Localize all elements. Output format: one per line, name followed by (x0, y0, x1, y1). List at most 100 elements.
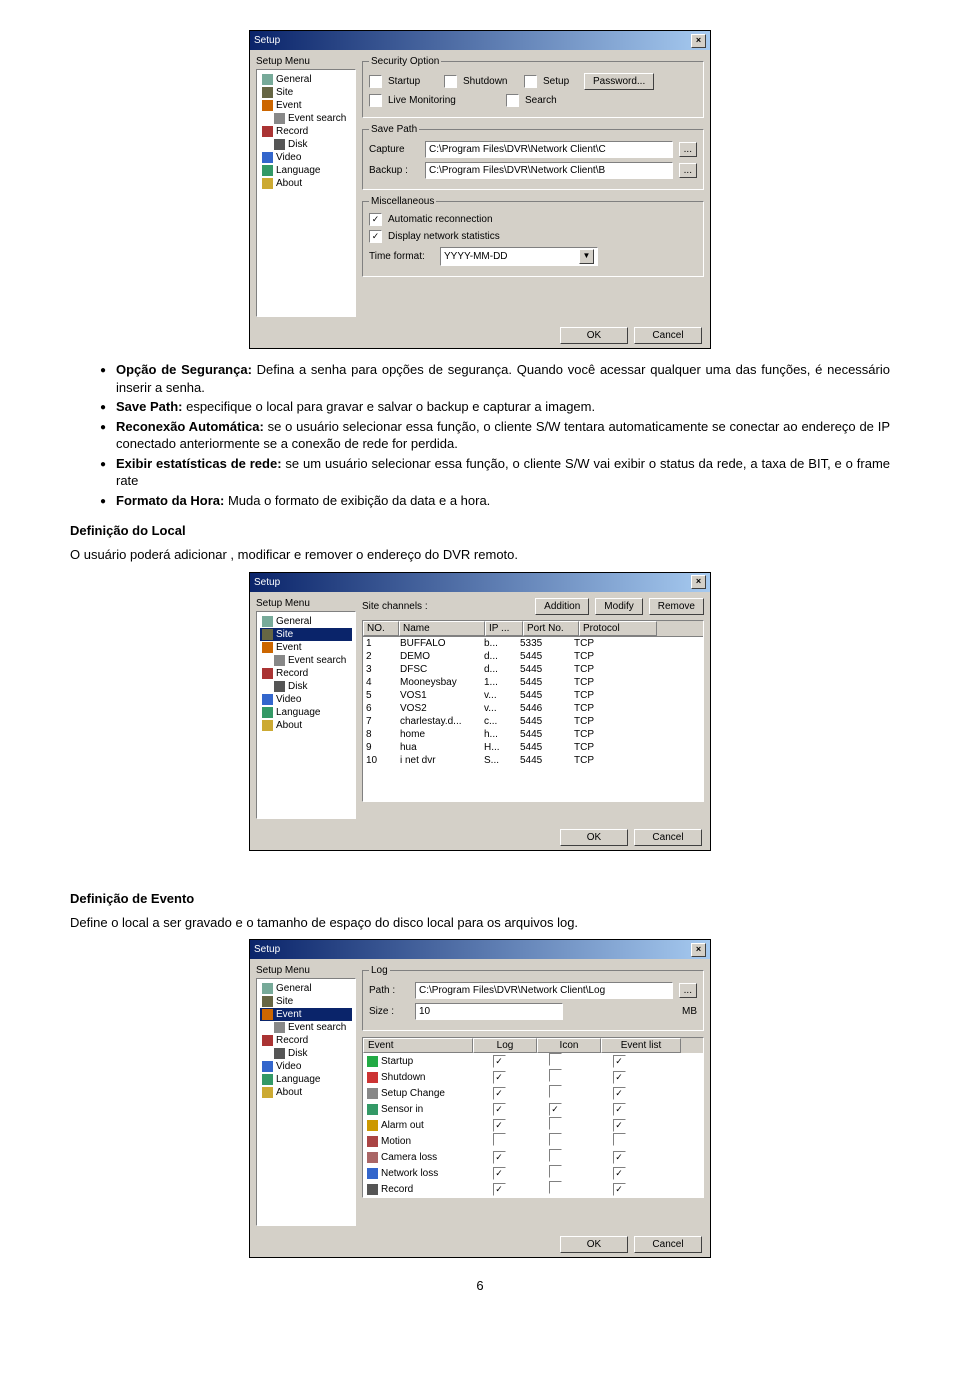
checkbox[interactable]: ✓ (613, 1087, 626, 1100)
addition-button[interactable]: Addition (535, 598, 589, 615)
livemon-checkbox[interactable] (369, 94, 382, 107)
setup-checkbox[interactable] (524, 75, 537, 88)
backup-browse-button[interactable]: ... (679, 163, 697, 178)
checkbox[interactable]: ✓ (613, 1103, 626, 1116)
menu-general[interactable]: General (260, 615, 352, 628)
menu-language[interactable]: Language (260, 164, 352, 177)
menu-disk[interactable]: Disk (260, 138, 352, 151)
menu-disk[interactable]: Disk (260, 680, 352, 693)
menu-event[interactable]: Event (260, 1008, 352, 1021)
table-row[interactable]: 6VOS2v...5446TCP (363, 702, 703, 715)
table-row[interactable]: 9huaH...5445TCP (363, 741, 703, 754)
checkbox[interactable]: ✓ (493, 1055, 506, 1068)
menu-event-search[interactable]: Event search (260, 1021, 352, 1034)
dispnet-checkbox[interactable]: ✓ (369, 230, 382, 243)
menu-general[interactable]: General (260, 73, 352, 86)
table-row[interactable]: Network loss✓✓ (363, 1165, 703, 1181)
menu-video[interactable]: Video (260, 693, 352, 706)
menu-record[interactable]: Record (260, 1034, 352, 1047)
table-row[interactable]: 10i net dvrS...5445TCP (363, 754, 703, 767)
table-row[interactable]: Record✓✓ (363, 1181, 703, 1197)
cancel-button[interactable]: Cancel (634, 1236, 702, 1253)
table-row[interactable]: 2DEMOd...5445TCP (363, 650, 703, 663)
menu-language[interactable]: Language (260, 706, 352, 719)
close-icon[interactable]: × (691, 34, 706, 48)
menu-disk[interactable]: Disk (260, 1047, 352, 1060)
autorecon-checkbox[interactable]: ✓ (369, 213, 382, 226)
checkbox[interactable] (549, 1085, 562, 1098)
modify-button[interactable]: Modify (595, 598, 642, 615)
checkbox[interactable] (549, 1165, 562, 1178)
close-icon[interactable]: × (691, 575, 706, 589)
table-row[interactable]: 3DFSCd...5445TCP (363, 663, 703, 676)
checkbox[interactable]: ✓ (613, 1071, 626, 1084)
ok-button[interactable]: OK (560, 327, 628, 344)
menu-event[interactable]: Event (260, 99, 352, 112)
menu-video[interactable]: Video (260, 151, 352, 164)
menu-video[interactable]: Video (260, 1060, 352, 1073)
cancel-button[interactable]: Cancel (634, 327, 702, 344)
checkbox[interactable]: ✓ (493, 1103, 506, 1116)
table-row[interactable]: 5VOS1v...5445TCP (363, 689, 703, 702)
checkbox[interactable]: ✓ (493, 1167, 506, 1180)
table-row[interactable]: 4Mooneysbay1...5445TCP (363, 676, 703, 689)
log-size-input[interactable]: 10 (415, 1003, 563, 1020)
checkbox[interactable] (549, 1181, 562, 1194)
ok-button[interactable]: OK (560, 1236, 628, 1253)
remove-button[interactable]: Remove (649, 598, 704, 615)
checkbox[interactable]: ✓ (493, 1087, 506, 1100)
menu-about[interactable]: About (260, 177, 352, 190)
table-row[interactable]: Shutdown✓✓ (363, 1069, 703, 1085)
menu-record[interactable]: Record (260, 125, 352, 138)
menu-about[interactable]: About (260, 719, 352, 732)
checkbox[interactable] (549, 1069, 562, 1082)
checkbox[interactable]: ✓ (493, 1151, 506, 1164)
table-row[interactable]: 7charlestay.d...c...5445TCP (363, 715, 703, 728)
checkbox[interactable]: ✓ (549, 1103, 562, 1116)
table-row[interactable]: 1BUFFALOb...5335TCP (363, 637, 703, 650)
password-button[interactable]: Password... (584, 73, 654, 90)
cancel-button[interactable]: Cancel (634, 829, 702, 846)
menu-site[interactable]: Site (260, 86, 352, 99)
log-path-input[interactable]: C:\Program Files\DVR\Network Client\Log (415, 982, 673, 999)
checkbox[interactable]: ✓ (493, 1183, 506, 1196)
table-row[interactable]: Motion (363, 1133, 703, 1149)
timeformat-select[interactable]: YYYY-MM-DD▼ (440, 247, 598, 266)
menu-record[interactable]: Record (260, 667, 352, 680)
menu-site[interactable]: Site (260, 628, 352, 641)
menu-event-search[interactable]: Event search (260, 112, 352, 125)
log-browse-button[interactable]: ... (679, 983, 697, 998)
capture-browse-button[interactable]: ... (679, 142, 697, 157)
menu-language[interactable]: Language (260, 1073, 352, 1086)
ok-button[interactable]: OK (560, 829, 628, 846)
checkbox[interactable]: ✓ (613, 1119, 626, 1132)
table-row[interactable]: Camera loss✓✓ (363, 1149, 703, 1165)
checkbox[interactable] (549, 1053, 562, 1066)
capture-path-input[interactable]: C:\Program Files\DVR\Network Client\C (425, 141, 673, 158)
table-row[interactable]: Startup✓✓ (363, 1053, 703, 1069)
checkbox[interactable]: ✓ (493, 1119, 506, 1132)
menu-event[interactable]: Event (260, 641, 352, 654)
checkbox[interactable] (549, 1117, 562, 1130)
close-icon[interactable]: × (691, 943, 706, 957)
checkbox[interactable] (493, 1133, 506, 1146)
menu-about[interactable]: About (260, 1086, 352, 1099)
checkbox[interactable]: ✓ (613, 1183, 626, 1196)
checkbox[interactable]: ✓ (613, 1167, 626, 1180)
table-row[interactable]: Sensor in✓✓✓ (363, 1101, 703, 1117)
menu-site[interactable]: Site (260, 995, 352, 1008)
startup-checkbox[interactable] (369, 75, 382, 88)
checkbox[interactable] (549, 1149, 562, 1162)
checkbox[interactable]: ✓ (613, 1055, 626, 1068)
table-row[interactable]: 8homeh...5445TCP (363, 728, 703, 741)
checkbox[interactable]: ✓ (493, 1071, 506, 1084)
search-checkbox[interactable] (506, 94, 519, 107)
table-row[interactable]: Setup Change✓✓ (363, 1085, 703, 1101)
table-row[interactable]: Alarm out✓✓ (363, 1117, 703, 1133)
checkbox[interactable]: ✓ (613, 1151, 626, 1164)
backup-path-input[interactable]: C:\Program Files\DVR\Network Client\B (425, 162, 673, 179)
menu-event-search[interactable]: Event search (260, 654, 352, 667)
menu-general[interactable]: General (260, 982, 352, 995)
checkbox[interactable] (549, 1133, 562, 1146)
checkbox[interactable] (613, 1133, 626, 1146)
